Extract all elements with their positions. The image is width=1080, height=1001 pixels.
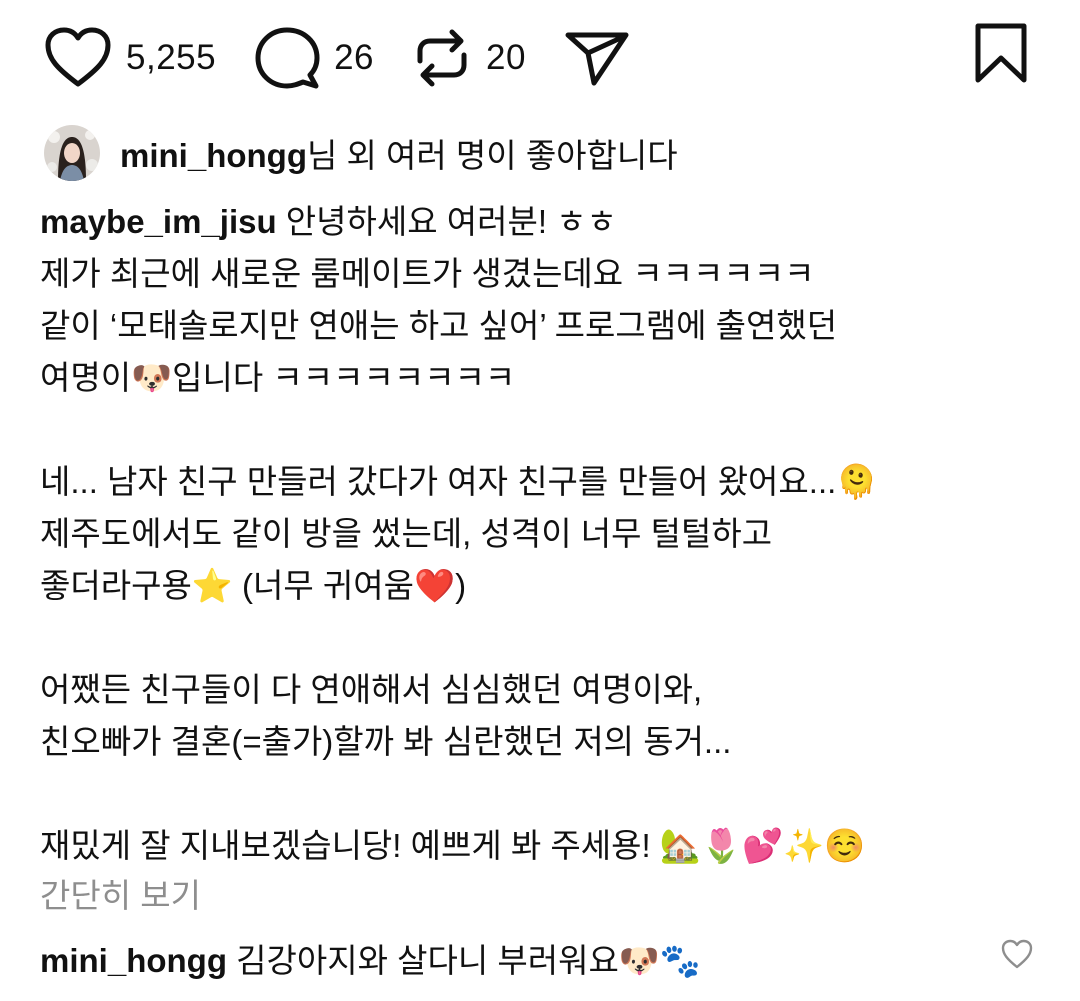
save-action[interactable] xyxy=(974,22,1028,89)
share-action[interactable] xyxy=(564,29,630,87)
post-caption: maybe_im_jisu 안녕하세요 여러분! ㅎㅎ 제가 최근에 새로운 룸… xyxy=(40,196,1040,872)
collapse-caption-link[interactable]: 간단히 보기 xyxy=(40,870,201,922)
caption-first-line: maybe_im_jisu 안녕하세요 여러분! ㅎㅎ xyxy=(40,196,1040,248)
avatar[interactable] xyxy=(44,125,100,181)
repost-icon[interactable] xyxy=(412,27,472,89)
like-action[interactable]: 5,255 xyxy=(44,27,216,89)
comment-text: 김강아지와 살다니 부러워요🐶🐾 xyxy=(226,942,701,979)
like-count: 5,255 xyxy=(126,38,217,77)
caption-line: 어쨌든 친구들이 다 연애해서 심심했던 여명이와, xyxy=(40,671,703,708)
caption-line: 제주도에서도 같이 방을 썼는데, 성격이 너무 털털하고 xyxy=(40,515,773,552)
comment-action[interactable]: 26 xyxy=(254,26,374,90)
comment-username[interactable]: mini_hongg xyxy=(40,942,227,979)
liked-by-suffix: 님 외 여러 명이 좋아합니다 xyxy=(306,137,678,174)
comment-like-button[interactable] xyxy=(1000,938,1034,975)
caption-line: 같이 ‘모태솔로지만 연애는 하고 싶어’ 프로그램에 출연했던 xyxy=(40,307,838,344)
repost-action[interactable]: 20 xyxy=(412,27,526,89)
heart-icon[interactable] xyxy=(44,27,112,89)
caption-author[interactable]: maybe_im_jisu xyxy=(40,203,277,240)
caption-line: 네... 남자 친구 만들러 갔다가 여자 친구를 만들어 왔어요...🫠 xyxy=(40,463,878,500)
caption-line: 제가 최근에 새로운 룸메이트가 생겼는데요 ㅋㅋㅋㅋㅋㅋ xyxy=(40,255,815,292)
caption-line: 친오빠가 결혼(=출가)할까 봐 심란했던 저의 동거... xyxy=(40,723,732,760)
post-action-bar: 5,255 26 20 xyxy=(44,22,1028,94)
liked-by-text: mini_hongg님 외 여러 명이 좋아합니다 xyxy=(120,129,678,177)
caption-text: 안녕하세요 여러분! ㅎㅎ xyxy=(276,203,617,240)
caption-line: 재밌게 잘 지내보겠습니당! 예쁘게 봐 주세용! 🏡🌷💕✨☺️ xyxy=(40,827,866,864)
heart-icon[interactable] xyxy=(1000,938,1034,970)
liked-by-username[interactable]: mini_hongg xyxy=(120,137,307,174)
caption-line: 좋더라구용⭐ (너무 귀여움❤️) xyxy=(40,567,467,604)
caption-line: 여명이🐶입니다 ㅋㅋㅋㅋㅋㅋㅋㅋ xyxy=(40,359,516,396)
comment-bubble-icon[interactable] xyxy=(254,26,320,90)
send-icon[interactable] xyxy=(564,29,630,87)
bookmark-icon[interactable] xyxy=(974,22,1028,84)
liked-by-summary[interactable]: mini_hongg님 외 여러 명이 좋아합니다 xyxy=(44,125,678,181)
comment-count: 26 xyxy=(334,38,375,77)
repost-count: 20 xyxy=(486,38,526,77)
comment-row: mini_hongg 김강아지와 살다니 부러워요🐶🐾 xyxy=(40,935,701,987)
